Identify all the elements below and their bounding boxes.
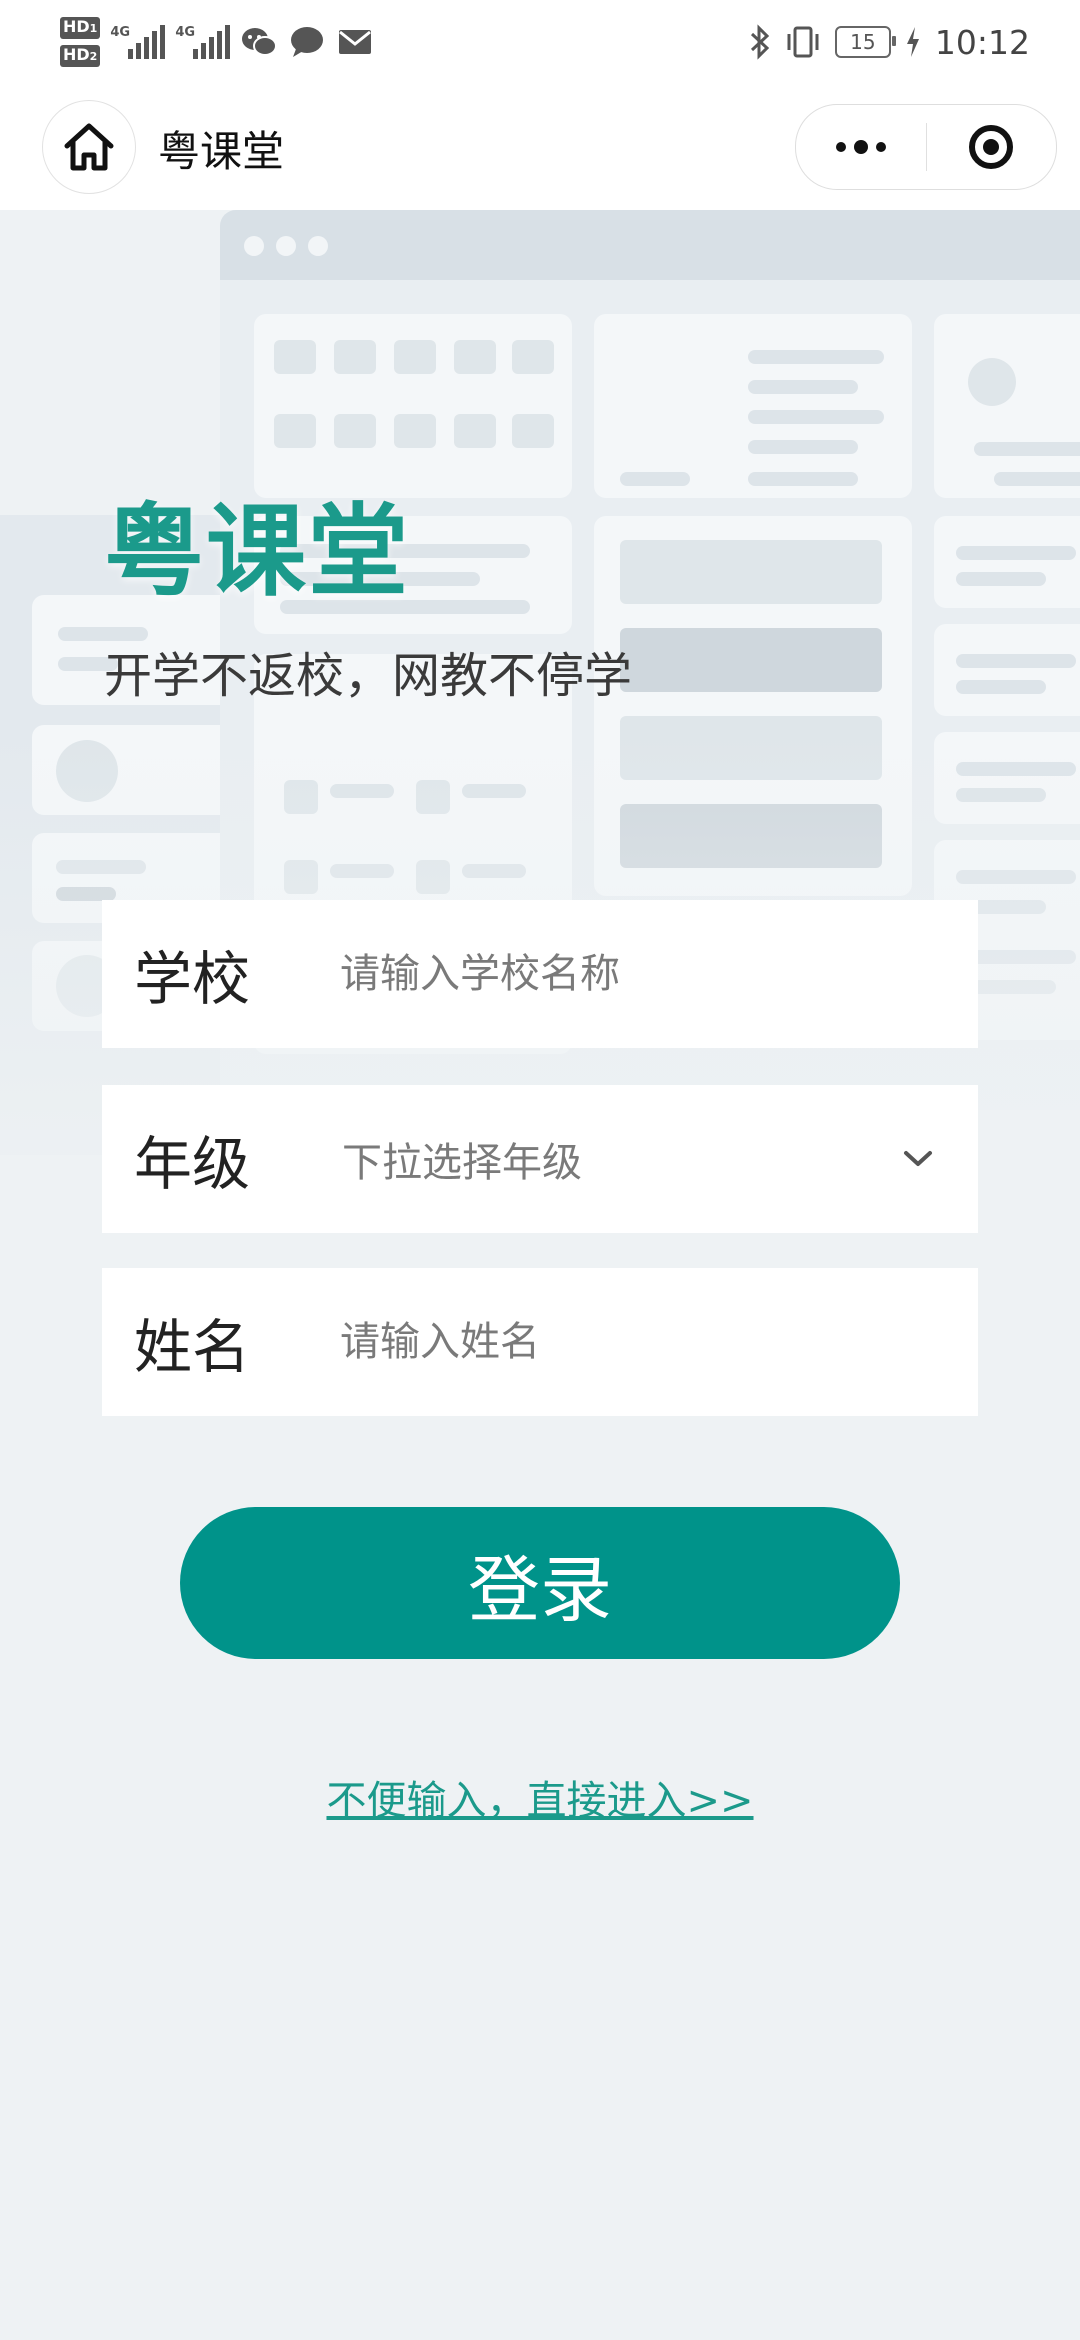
close-mini-program-button[interactable] [927, 105, 1057, 189]
signal-icon-1: 4G [110, 25, 166, 59]
chevron-down-icon[interactable] [888, 1129, 948, 1189]
home-icon [64, 123, 114, 171]
charging-icon [906, 27, 919, 57]
vibrate-icon [787, 26, 819, 58]
name-input[interactable] [338, 1318, 978, 1366]
more-icon [835, 140, 886, 154]
clock: 10:12 [934, 22, 1030, 62]
app-header: 粤课堂 [0, 84, 1080, 210]
school-input[interactable] [338, 950, 978, 998]
network-type-1: 4G [110, 25, 131, 40]
hd1-badge: HD1 [60, 17, 101, 39]
grade-field[interactable]: 年级 下拉选择年级 [102, 1085, 978, 1233]
login-button[interactable]: 登录 [180, 1507, 900, 1659]
status-left: HD1 HD2 4G 4G [60, 10, 374, 74]
message-icon [291, 27, 324, 57]
hero-title: 粤课堂 [104, 493, 410, 610]
hero-subtitle: 开学不返校，网教不停学 [104, 648, 633, 704]
signal-icon-2: 4G [175, 25, 231, 59]
status-bar: HD1 HD2 4G 4G 15 10:12 [0, 0, 1080, 84]
mini-program-capsule [795, 104, 1057, 190]
status-right: 15 10:12 [749, 10, 1030, 74]
bluetooth-icon [750, 24, 770, 60]
more-button[interactable] [796, 105, 926, 189]
grade-label: 年级 [134, 1130, 251, 1198]
school-label: 学校 [134, 945, 251, 1013]
target-icon [969, 125, 1014, 169]
hd2-badge: HD2 [60, 45, 101, 67]
direct-entry-link[interactable]: 不便输入，直接进入>> [0, 1768, 1080, 1826]
battery-indicator: 15 [834, 26, 896, 58]
wechat-icon [242, 28, 278, 56]
school-field: 学校 [102, 900, 978, 1048]
home-button[interactable] [42, 100, 136, 194]
mail-icon [339, 30, 372, 54]
name-field: 姓名 [102, 1268, 978, 1416]
header-title: 粤课堂 [158, 127, 285, 176]
network-type-2: 4G [175, 25, 196, 40]
grade-select[interactable]: 下拉选择年级 [338, 1130, 888, 1188]
sim-indicators: HD1 HD2 [60, 17, 101, 67]
name-label: 姓名 [134, 1313, 251, 1381]
